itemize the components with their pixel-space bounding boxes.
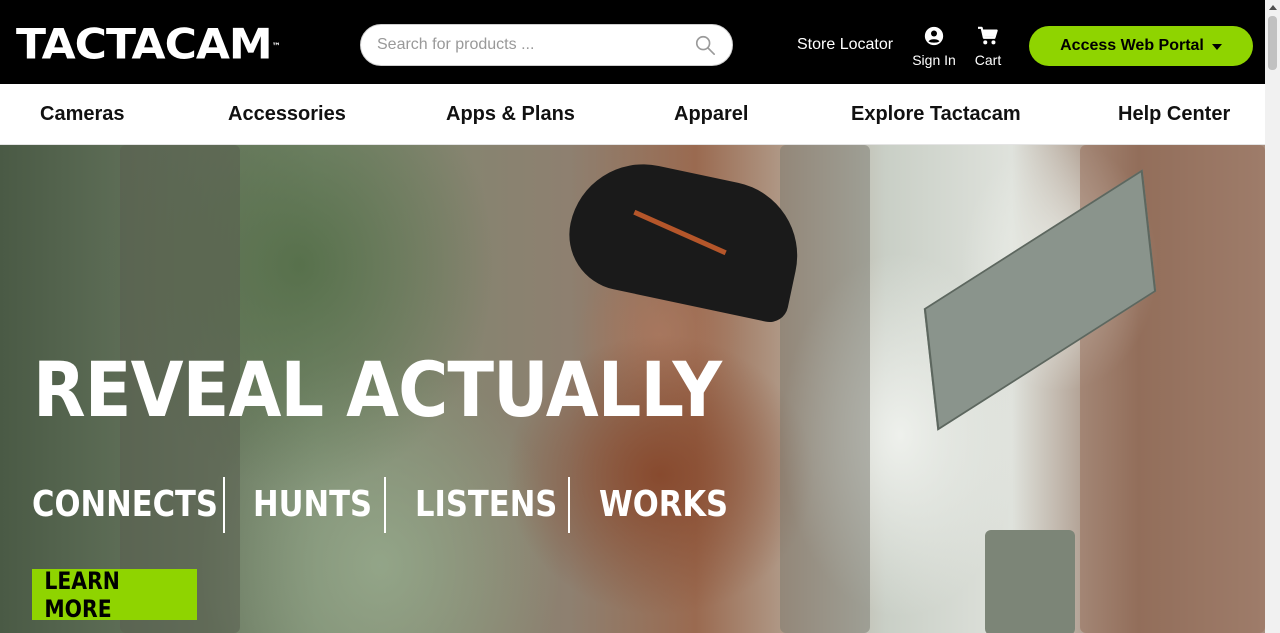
learn-more-button[interactable]: LEARN MORE (32, 566, 197, 623)
feature-works: WORKS (599, 484, 729, 525)
cart-label: Cart (974, 52, 1002, 68)
feature-connects: CONNECTS (32, 484, 218, 525)
tree-trunk-middle (780, 145, 870, 633)
page-scrollbar[interactable] (1265, 0, 1280, 633)
store-locator-link[interactable]: Store Locator (797, 36, 893, 54)
logo-text: TACTACAM (16, 20, 273, 69)
cart-button[interactable]: Cart (972, 26, 1004, 68)
sign-in-label: Sign In (912, 52, 956, 68)
learn-more-label: LEARN MORE (44, 566, 120, 623)
account-circle-icon (924, 26, 944, 46)
trademark-mark: ™ (271, 42, 281, 52)
feature-divider (568, 477, 570, 533)
hat-shape (558, 150, 812, 326)
feature-listens: LISTENS (415, 484, 558, 525)
access-web-portal-button[interactable]: Access Web Portal (1029, 26, 1253, 66)
feature-hunts: HUNTS (253, 484, 372, 525)
trail-camera-shape (985, 530, 1075, 633)
sign-in-button[interactable]: Sign In (912, 26, 956, 68)
feature-divider (223, 477, 225, 533)
nav-item-accessories[interactable]: Accessories (228, 103, 346, 125)
nav-item-apps-plans[interactable]: Apps & Plans (446, 103, 575, 125)
cart-icon (978, 26, 998, 45)
nav-item-cameras[interactable]: Cameras (40, 103, 125, 125)
scroll-up-arrow-icon[interactable] (1269, 5, 1277, 10)
search-box (360, 24, 733, 66)
caret-down-icon (1211, 44, 1222, 50)
search-icon[interactable] (694, 34, 716, 56)
main-nav: Cameras Accessories Apps & Plans Apparel… (0, 84, 1265, 145)
hero-title: REVEAL ACTUALLY (33, 345, 722, 434)
nav-item-help-center[interactable]: Help Center (1118, 103, 1230, 125)
tactacam-logo[interactable]: TACTACAM™ (16, 24, 281, 66)
nav-item-explore-tactacam[interactable]: Explore Tactacam (851, 103, 1021, 125)
nav-item-apparel[interactable]: Apparel (674, 103, 748, 125)
scroll-thumb[interactable] (1268, 16, 1277, 70)
search-input[interactable] (377, 25, 687, 65)
hero-banner: REVEAL ACTUALLY CONNECTS HUNTS LISTENS W… (0, 145, 1265, 633)
portal-button-label: Access Web Portal (1060, 37, 1204, 54)
site-header: TACTACAM™ Store Locator Sign In Cart Acc… (0, 0, 1265, 84)
feature-divider (384, 477, 386, 533)
